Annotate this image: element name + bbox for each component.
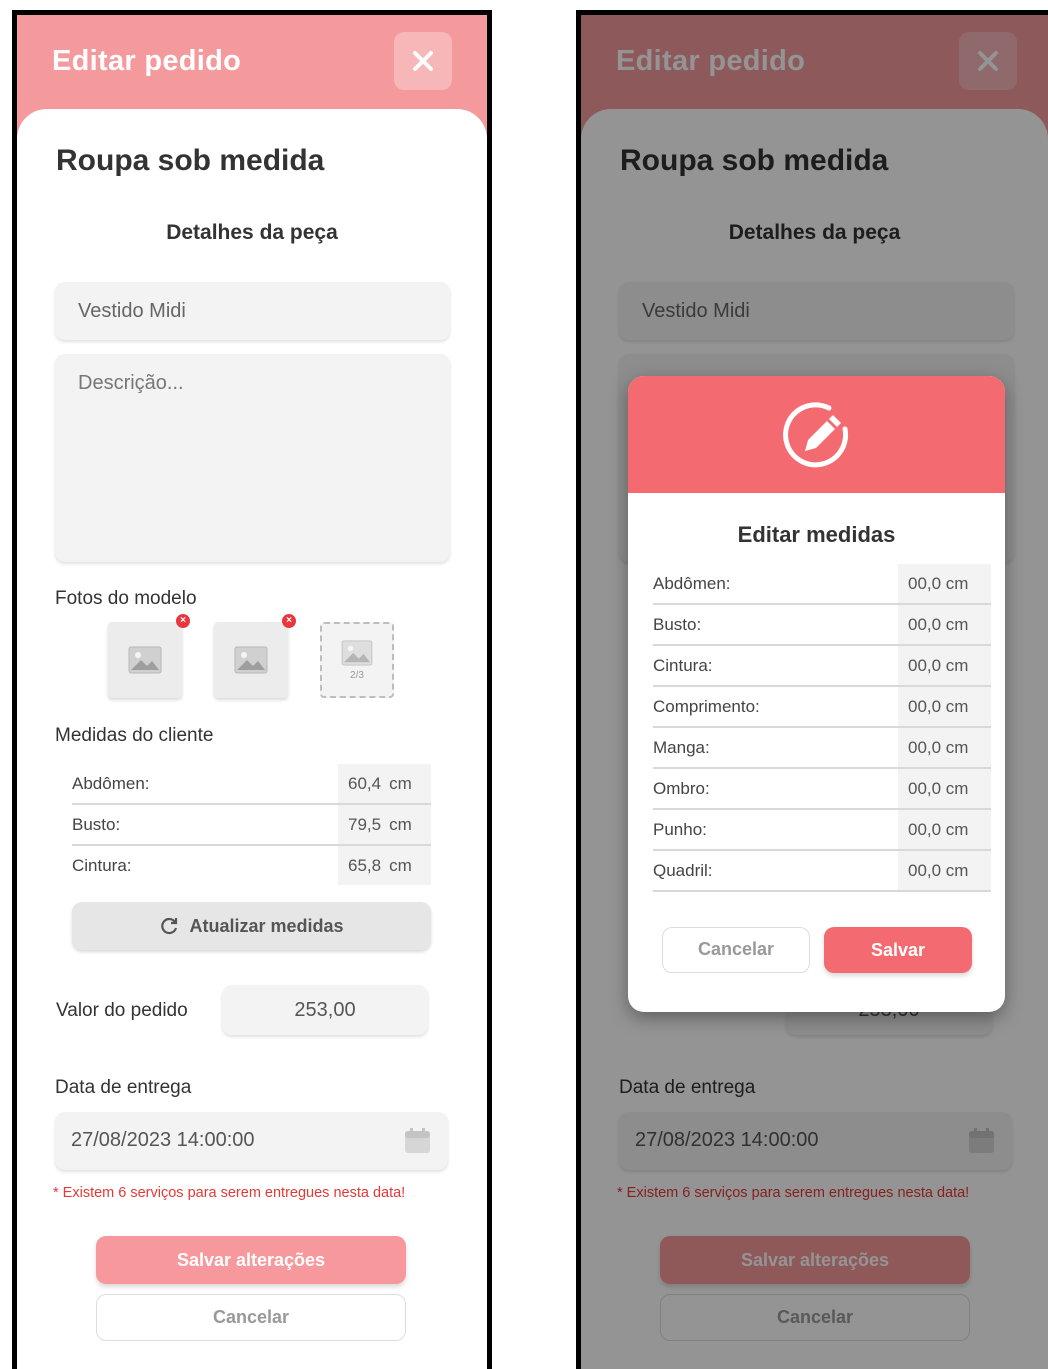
measurement-row: Punho: 00,0 cm xyxy=(653,810,991,851)
order-value-label: Valor do pedido xyxy=(56,1000,188,1021)
item-name-input[interactable]: Vestido Midi xyxy=(55,282,450,340)
photo-thumbnail[interactable]: × xyxy=(108,614,190,698)
measurement-input[interactable]: 00,0 cm xyxy=(898,851,991,890)
delivery-date-label: Data de entrega xyxy=(55,1077,192,1098)
delivery-warning: * Existem 6 serviços para serem entregue… xyxy=(53,1185,406,1201)
measurement-label: Ombro: xyxy=(653,779,710,798)
measurement-input[interactable]: 00,0 cm xyxy=(898,564,991,603)
measurement-label: Quadril: xyxy=(653,861,713,880)
remove-photo-button[interactable]: × xyxy=(176,614,190,628)
page-title: Roupa sob medida xyxy=(56,144,325,177)
measurement-row: Cintura: 65,8 cm xyxy=(72,846,431,887)
order-value-input[interactable]: 253,00 xyxy=(222,985,428,1035)
close-icon xyxy=(413,51,433,71)
measurement-input[interactable]: 00,0 cm xyxy=(898,810,991,849)
image-icon xyxy=(128,646,162,674)
description-textarea[interactable]: Descrição... xyxy=(55,354,450,562)
edit-pencil-icon xyxy=(782,401,848,467)
measurement-input[interactable]: 00,0 cm xyxy=(898,687,991,726)
measurement-label: Cintura: xyxy=(72,856,132,875)
measurement-label: Busto: xyxy=(72,815,121,834)
photo-counter: 2/3 xyxy=(350,669,364,681)
add-photo-button[interactable]: 2/3 xyxy=(320,622,394,698)
measurement-row: Quadril: 00,0 cm xyxy=(653,851,991,892)
measurement-input[interactable]: 00,0 cm xyxy=(898,646,991,685)
photo-thumbnail[interactable]: × xyxy=(214,614,296,698)
dialog-cancel-button[interactable]: Cancelar xyxy=(662,927,810,973)
measurement-label: Abdômen: xyxy=(72,774,150,793)
measurements-label: Medidas do cliente xyxy=(55,725,214,746)
photos-label: Fotos do modelo xyxy=(55,588,197,609)
app-bar-title: Editar pedido xyxy=(52,45,242,77)
section-title: Detalhes da peça xyxy=(166,221,338,244)
measurement-label: Punho: xyxy=(653,820,707,839)
measurement-row: Abdômen: 60,4 cm xyxy=(72,764,431,805)
measurement-row: Manga: 00,0 cm xyxy=(653,728,991,769)
save-changes-button[interactable]: Salvar alterações xyxy=(96,1236,406,1284)
measurement-row: Busto: 79,5 cm xyxy=(72,805,431,846)
dialog-header xyxy=(628,376,1005,493)
measurement-value[interactable]: 65,8 cm xyxy=(338,846,431,885)
image-icon xyxy=(341,639,373,666)
delivery-date-input[interactable]: 27/08/2023 14:00:00 xyxy=(55,1112,448,1170)
update-measurements-button[interactable]: Atualizar medidas xyxy=(72,902,431,950)
measurement-input[interactable]: 00,0 cm xyxy=(898,728,991,767)
measurement-row: Busto: 00,0 cm xyxy=(653,605,991,646)
close-button[interactable] xyxy=(394,32,452,90)
edit-order-screen: Editar pedido Roupa sob medida Detalhes … xyxy=(12,10,492,1369)
measurement-input[interactable]: 00,0 cm xyxy=(898,769,991,808)
measurement-label: Abdômen: xyxy=(653,574,731,593)
measurement-label: Busto: xyxy=(653,615,702,634)
dialog-title: Editar medidas xyxy=(737,522,896,547)
measurement-value[interactable]: 60,4 cm xyxy=(338,764,431,803)
measurement-label: Comprimento: xyxy=(653,697,760,716)
image-icon xyxy=(234,646,268,674)
measurement-row: Ombro: 00,0 cm xyxy=(653,769,991,810)
measurement-label: Cintura: xyxy=(653,656,713,675)
edit-measurements-dialog: Editar medidas Abdômen: 00,0 cm Busto: 00,… xyxy=(628,376,1005,1012)
refresh-icon xyxy=(161,917,178,935)
measurement-value[interactable]: 79,5 cm xyxy=(338,805,431,844)
dialog-save-button[interactable]: Salvar xyxy=(824,927,972,973)
measurement-input[interactable]: 00,0 cm xyxy=(898,605,991,644)
measurement-label: Manga: xyxy=(653,738,710,757)
remove-photo-button[interactable]: × xyxy=(282,614,296,628)
measurement-row: Comprimento: 00,0 cm xyxy=(653,687,991,728)
calendar-icon[interactable] xyxy=(404,1127,431,1154)
measurement-row: Abdômen: 00,0 cm xyxy=(653,564,991,605)
measurement-row: Cintura: 00,0 cm xyxy=(653,646,991,687)
edit-measurements-screen: Editar pedido Roupa sob medida Detalhes … xyxy=(576,10,1048,1369)
cancel-button[interactable]: Cancelar xyxy=(96,1294,406,1341)
